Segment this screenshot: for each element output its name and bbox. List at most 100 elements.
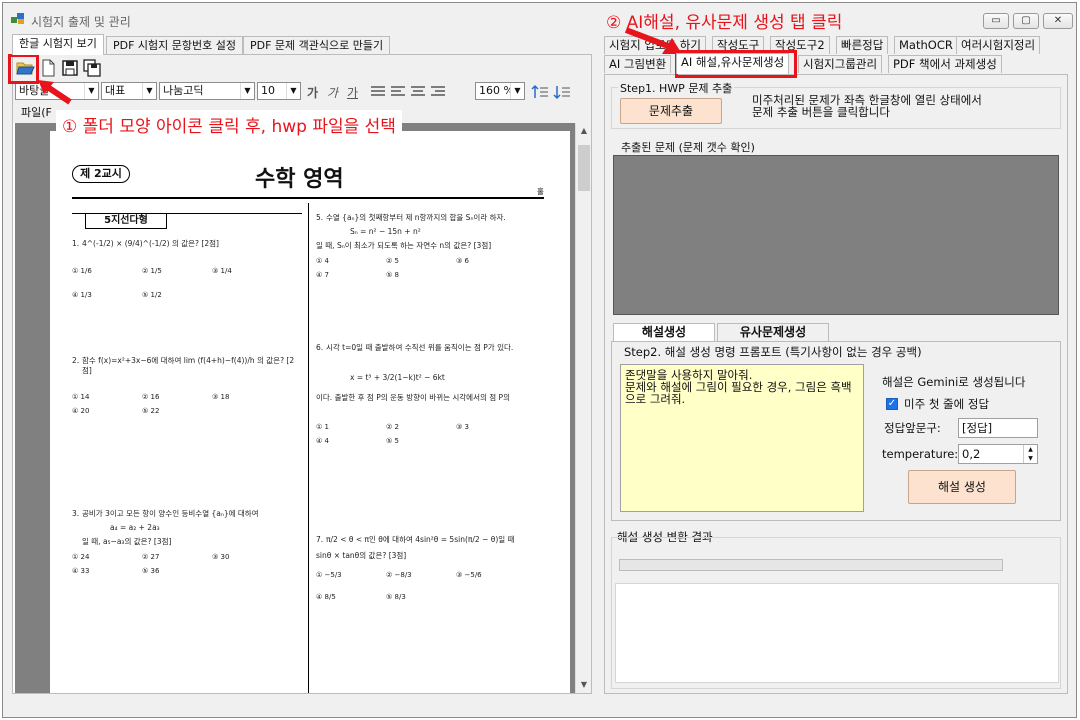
underline-button[interactable]: 가	[347, 84, 358, 101]
maximize-button[interactable]: ▢	[1013, 13, 1039, 29]
new-document-icon[interactable]	[38, 58, 58, 78]
file-toolbar	[13, 55, 591, 81]
vertical-scrollbar[interactable]: ▲ ▼	[575, 123, 591, 693]
question-2-text: 함수 f(x)=x²+3x−6에 대하여 lim (f(4+h)−f(4))/h…	[82, 356, 295, 375]
question-5-text: 수열 {aₙ}의 첫째항부터 제 n항까지의 합을 Sₙ이라 하자.	[326, 213, 506, 222]
choice: ① 24	[72, 553, 90, 561]
document-view[interactable]: 제 2교시 수학 영역 홀 5지선다형 1. 4^(-1/2) × (9/4)^…	[15, 123, 575, 693]
question-2-number: 2.	[72, 356, 80, 365]
choice: ⑤ 5	[386, 437, 399, 445]
prompt-textarea[interactable]: 존댓말을 사용하지 말아줘. 문제와 해설에 그림이 필요한 경우, 그림은 흑…	[620, 364, 864, 512]
hwp-viewer-panel: 바탕글 ▼ 대표 ▼ 나눔고딕 ▼ 10 ▼ 가 가 가 160 % ▼ 파일(F 제 2…	[12, 54, 592, 694]
temperature-value: 0,2	[962, 447, 981, 461]
period-label: 제 2교시	[72, 165, 130, 183]
choice: ① 1/6	[72, 267, 92, 275]
tab-ai-image-convert[interactable]: AI 그림변환	[604, 55, 672, 73]
chevron-down-icon: ▼	[84, 83, 98, 99]
choice: ⑤ 1/2	[142, 291, 162, 299]
choice: ⑤ 36	[142, 567, 160, 575]
question-6-formula: x = t³ + 3/2(1−k)t² − 6kt	[350, 373, 445, 382]
tab-pdf-assignment[interactable]: PDF 책에서 과제생성	[888, 55, 1002, 73]
choice: ④ 1/3	[72, 291, 92, 299]
subtab-solution[interactable]: 해설생성	[613, 323, 715, 341]
tab-pdf-question-number[interactable]: PDF 시험지 문항번호 설정	[106, 36, 243, 54]
step2-title: Step2. 해설 생성 명령 프롬포트 (특기사항이 없는 경우 공백)	[624, 345, 922, 359]
bold-button[interactable]: 가	[307, 84, 318, 101]
question-5-tail: 일 때, Sₙ이 최소가 되도록 하는 자연수 n의 값은? [3점]	[316, 241, 492, 250]
chevron-down-icon: ▼	[286, 83, 300, 99]
choice: ⑤ 8	[386, 271, 399, 279]
question-1-number: 1.	[72, 239, 80, 248]
temperature-label: temperature:	[882, 447, 959, 461]
choice: ④ 33	[72, 567, 90, 575]
save-icon[interactable]	[60, 58, 80, 78]
app-icon	[11, 13, 24, 24]
generation-progress	[619, 559, 1003, 571]
choice: ③ 6	[456, 257, 469, 265]
minimize-icon: ▭	[991, 15, 1001, 26]
choice: ④ 20	[72, 407, 90, 415]
answer-first-line-checkbox[interactable]: ✓	[886, 398, 898, 410]
question-3-text: 공비가 3이고 모든 항이 양수인 등비수열 {aₙ}에 대하여	[82, 509, 259, 518]
choice: ③ 1/4	[212, 267, 232, 275]
step1-group: Step1. HWP 문제 추출 문제추출 미주처리된 문제가 좌측 한글창에 …	[611, 80, 1061, 129]
maximize-icon: ▢	[1021, 15, 1031, 26]
generate-solution-button[interactable]: 해설 생성	[908, 470, 1016, 504]
extract-problems-button[interactable]: 문제추출	[620, 98, 722, 124]
prefix-input[interactable]: [정답]	[958, 418, 1038, 438]
chevron-down-icon: ▼	[142, 83, 156, 99]
align-buttons[interactable]	[369, 85, 449, 99]
choice: ③ 30	[212, 553, 230, 561]
choice: ③ 3	[456, 423, 469, 431]
temperature-stepper[interactable]: 0,2 ▲ ▼	[958, 444, 1038, 464]
font-combo[interactable]: 나눔고딕 ▼	[159, 82, 255, 100]
extracted-problems-list[interactable]	[613, 155, 1059, 315]
choice: ⑤ 22	[142, 407, 160, 415]
increase-spacing-icon[interactable]	[531, 84, 549, 100]
checkbox-label: 미주 첫 줄에 정답	[904, 397, 990, 411]
choice: ② 1/5	[142, 267, 162, 275]
language-combo[interactable]: 대표 ▼	[101, 82, 157, 100]
subtab-similar[interactable]: 유사문제생성	[717, 323, 829, 341]
question-5-number: 5.	[316, 213, 324, 222]
step1-description: 미주처리된 문제가 좌측 한글창에 열린 상태에서 문제 추출 버튼을 클릭합니…	[752, 93, 982, 119]
choice: ④ 4	[316, 437, 329, 445]
zoom-value: 160 %	[479, 84, 514, 97]
question-3-tail: 일 때, a₅−a₃의 값은? [3점]	[82, 537, 172, 546]
minimize-button[interactable]: ▭	[983, 13, 1009, 29]
choice: ② 5	[386, 257, 399, 265]
tab-ai-solution-similar[interactable]: AI 해설,유사문제생성	[676, 53, 790, 74]
step1-title: Step1. HWP 문제 추출	[618, 80, 735, 96]
solution-subpanel: Step2. 해설 생성 명령 프롬포트 (특기사항이 없는 경우 공백) 존댓…	[611, 341, 1061, 521]
title-bar: 시험지 출제 및 관리 ▭ ▢ ✕	[3, 3, 1076, 35]
close-icon: ✕	[1053, 15, 1063, 26]
divider	[72, 197, 544, 199]
tab-exam-group[interactable]: 시험지그룹관리	[798, 55, 883, 73]
zoom-combo[interactable]: 160 % ▼	[475, 82, 525, 100]
close-button[interactable]: ✕	[1043, 13, 1073, 29]
question-7-number: 7.	[316, 535, 324, 544]
scroll-up-icon[interactable]: ▲	[576, 123, 592, 139]
highlight-folder-icon	[8, 54, 39, 84]
tab-pdf-multiple-choice[interactable]: PDF 문제 객관식으로 만들기	[243, 36, 391, 54]
prefix-label: 정답앞문구:	[884, 421, 941, 435]
choice: ③ 18	[212, 393, 230, 401]
result-textbox[interactable]	[615, 583, 1059, 683]
tab-multi-exam[interactable]: 여러시험지정리	[956, 36, 1041, 54]
scroll-down-icon[interactable]: ▼	[576, 677, 592, 693]
tab-hangul-exam-view[interactable]: 한글 시험지 보기	[12, 34, 104, 55]
font-size-combo[interactable]: 10 ▼	[257, 82, 301, 100]
chevron-up-icon[interactable]: ▲	[1023, 445, 1037, 454]
chevron-down-icon: ▼	[240, 83, 254, 99]
decrease-spacing-icon[interactable]	[553, 84, 571, 100]
tab-quick-answer[interactable]: 빠른정답	[836, 36, 889, 54]
page-mark: 홀	[537, 187, 544, 196]
chevron-down-icon[interactable]: ▼	[1023, 454, 1037, 463]
scrollbar-thumb[interactable]	[578, 145, 590, 191]
format-toolbar: 바탕글 ▼ 대표 ▼ 나눔고딕 ▼ 10 ▼ 가 가 가 160 % ▼	[13, 81, 591, 103]
tab-mathocr[interactable]: MathOCR	[894, 36, 958, 54]
save-all-icon[interactable]	[82, 58, 102, 78]
italic-button[interactable]: 가	[327, 84, 338, 101]
exam-page: 제 2교시 수학 영역 홀 5지선다형 1. 4^(-1/2) × (9/4)^…	[50, 131, 570, 693]
choice: ① 1	[316, 423, 329, 431]
